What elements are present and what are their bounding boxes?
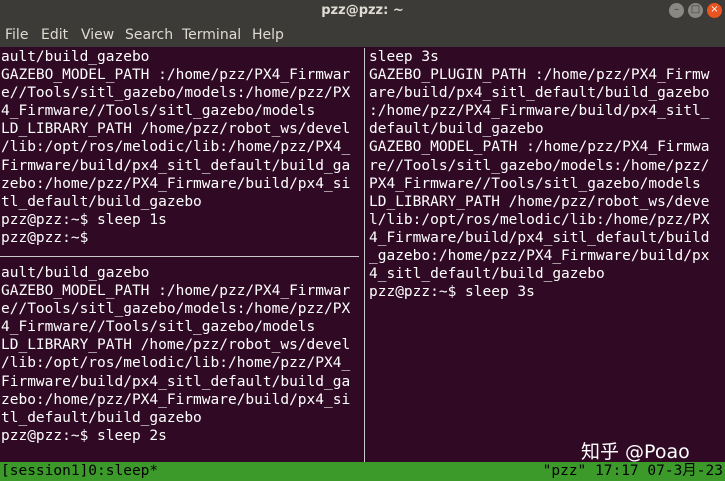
minimize-button[interactable]: – xyxy=(669,3,684,18)
tmux-status-bar: [session1]0:sleep* "pzz" 17:17 07-3月-23 xyxy=(0,462,725,481)
terminal-line: 4_Firmware/build/px4_sitl_default/build xyxy=(369,229,710,246)
pane-divider-horizontal[interactable] xyxy=(0,256,359,257)
terminal-line: zebo:/home/pzz/PX4_Firmware/build/px4_si xyxy=(1,175,351,192)
pane-divider-vertical[interactable] xyxy=(364,48,365,462)
menu-search[interactable]: Search xyxy=(125,27,173,43)
terminal-line: 4_Firmware//Tools/sitl_gazebo/models xyxy=(1,103,316,120)
maximize-icon: □ xyxy=(690,4,701,15)
terminal-line: /lib:/opt/ros/melodic/lib:/home/pzz/PX4_ xyxy=(1,355,351,372)
terminal-line: Firmware/build/px4_sitl_default/build_ga xyxy=(1,157,351,174)
terminal-line: GAZEBO_MODEL_PATH :/home/pzz/PX4_Firmwa xyxy=(369,139,710,156)
tmux-pane-bottom-left[interactable]: ault/build_gazebo GAZEBO_MODEL_PATH :/hom… xyxy=(0,264,361,454)
terminal-line: Firmware/build/px4_sitl_default/build_ga xyxy=(1,373,351,390)
menu-help[interactable]: Help xyxy=(252,27,284,43)
terminal-line: pzz@pzz:~$ xyxy=(1,229,89,246)
terminal-line: GAZEBO_MODEL_PATH :/home/pzz/PX4_Firmwar xyxy=(1,283,351,300)
watermark: 知乎 @Poao xyxy=(581,441,690,463)
terminal-line: l/lib:/opt/ros/melodic/lib:/home/pzz/PX xyxy=(369,211,710,228)
terminal-line: pzz@pzz:~$ sleep 3s xyxy=(369,284,535,301)
terminal-line: /lib:/opt/ros/melodic/lib:/home/pzz/PX4_ xyxy=(1,139,351,156)
status-host-time: "pzz" 17:17 07-3月-23 xyxy=(542,463,723,479)
terminal-line: re//Tools/sitl_gazebo/models:/home/pzz/ xyxy=(369,157,710,174)
terminal-line: are/build/px4_sitl_default/build_gazebo xyxy=(369,85,710,102)
menu-file[interactable]: File xyxy=(5,27,28,43)
terminal-line: GAZEBO_MODEL_PATH :/home/pzz/PX4_Firmwar xyxy=(1,67,351,84)
tmux-pane-top-left[interactable]: ault/build_gazebo GAZEBO_MODEL_PATH :/hom… xyxy=(0,48,361,254)
terminal-line: tl_default/build_gazebo xyxy=(1,409,202,426)
terminal-line: GAZEBO_PLUGIN_PATH :/home/pzz/PX4_Firmw xyxy=(369,67,710,84)
terminal-line: _gazebo:/home/pzz/PX4_Firmware/build/px xyxy=(369,248,710,265)
terminal-line: :/home/pzz/PX4_Firmware/build/px4_sitl_ xyxy=(369,103,710,120)
title-bar[interactable]: pzz@pzz: ~ – □ × xyxy=(0,0,725,22)
close-button[interactable]: × xyxy=(707,3,722,18)
terminal-line: sleep 3s xyxy=(369,49,439,65)
terminal-line: PX4_Firmware//Tools/sitl_gazebo/models xyxy=(369,175,701,192)
menu-edit[interactable]: Edit xyxy=(41,27,68,43)
close-icon: × xyxy=(710,4,719,15)
terminal-line: pzz@pzz:~$ sleep 1s xyxy=(1,211,167,228)
terminal-window: pzz@pzz: ~ – □ × File Edit View Search T… xyxy=(0,0,725,481)
terminal-line: ault/build_gazebo xyxy=(1,49,150,65)
minimize-icon: – xyxy=(674,4,679,15)
terminal-line: zebo:/home/pzz/PX4_Firmware/build/px4_si xyxy=(1,391,351,408)
terminal-line: LD_LIBRARY_PATH /home/pzz/robot_ws/devel xyxy=(1,337,351,354)
terminal-line: tl_default/build_gazebo xyxy=(1,193,202,210)
menu-terminal[interactable]: Terminal xyxy=(182,27,241,43)
terminal-line: e//Tools/sitl_gazebo/models:/home/pzz/PX xyxy=(1,301,351,318)
maximize-button[interactable]: □ xyxy=(688,3,703,18)
menu-bar: File Edit View Search Terminal Help xyxy=(0,22,725,47)
terminal-line: LD_LIBRARY_PATH /home/pzz/robot_ws/deve xyxy=(369,193,710,210)
tmux-pane-right[interactable]: sleep 3s GAZEBO_PLUGIN_PATH :/home/pzz/PX… xyxy=(368,48,725,454)
terminal-line: ault/build_gazebo xyxy=(1,265,150,281)
terminal-line: default/build_gazebo xyxy=(369,121,544,138)
menu-view[interactable]: View xyxy=(81,27,114,43)
terminal-line: 4_sitl_default/build_gazebo xyxy=(369,266,605,283)
terminal-line: pzz@pzz:~$ sleep 2s xyxy=(1,427,167,444)
terminal-line: e//Tools/sitl_gazebo/models:/home/pzz/PX xyxy=(1,85,351,102)
terminal-line: LD_LIBRARY_PATH /home/pzz/robot_ws/devel xyxy=(1,121,351,138)
status-session: [session1]0:sleep* xyxy=(1,463,159,479)
terminal-line: 4_Firmware//Tools/sitl_gazebo/models xyxy=(1,319,316,336)
window-title: pzz@pzz: ~ xyxy=(321,3,404,18)
